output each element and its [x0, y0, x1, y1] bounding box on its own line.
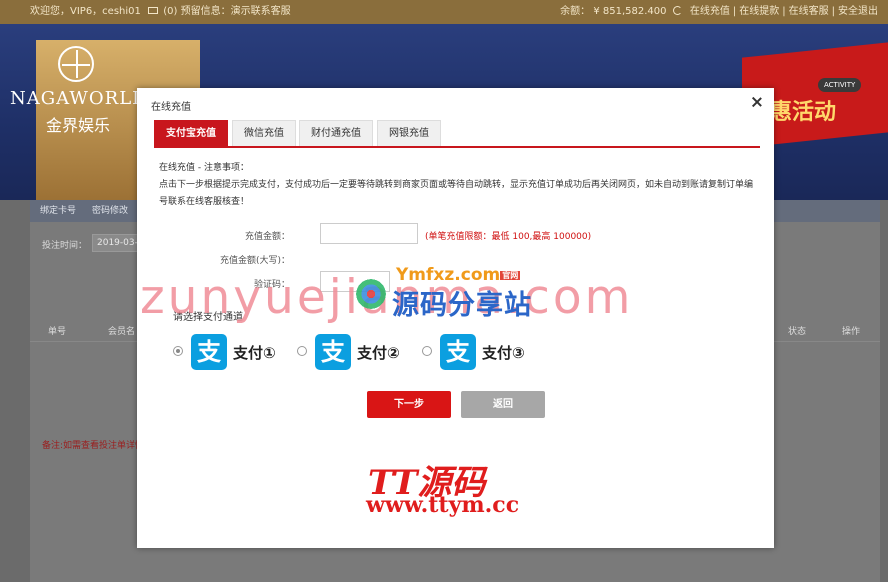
link-withdraw[interactable]: 在线提款	[739, 6, 779, 17]
tab-tenpay[interactable]: 财付通充值	[299, 120, 373, 146]
dialog-title: 在线充值	[151, 102, 191, 113]
link-logout[interactable]: 安全退出	[838, 6, 878, 17]
notice-block: 在线充值 - 注意事项： 点击下一步根据提示完成支付，支付成功后一定要等待跳转到…	[159, 160, 759, 211]
watermark-logo-icon	[356, 279, 386, 309]
top-bar: 欢迎您，VIP6，ceshi01 (0) 预留信息：演示联系客服 余额： ¥ 8…	[0, 0, 888, 24]
separator: |	[831, 6, 835, 17]
topbar-right: 余额： ¥ 851,582.400 在线充值 | 在线提款 | 在线客服 | 安全退出	[560, 0, 878, 24]
column-action: 操作	[842, 327, 861, 337]
alipay-icon: 支	[440, 334, 476, 370]
activity-badge: ACTIVITY	[818, 78, 862, 92]
alipay-icon: 支	[191, 334, 227, 370]
column-member: 会员名	[108, 327, 136, 337]
link-service[interactable]: 在线客服	[789, 6, 829, 17]
tab-alipay[interactable]: 支付宝充值	[154, 120, 228, 146]
channel-radio-2[interactable]	[297, 346, 307, 356]
payment-tabs: 支付宝充值 微信充值 财付通充值 网银充值	[154, 120, 760, 148]
watermark-ymfxz-url: Ymfxz.com	[396, 265, 501, 285]
channel-label-2: 支付②	[357, 344, 400, 362]
watermark-zunyue: zunyuejianma.com	[140, 270, 634, 325]
refresh-icon[interactable]	[672, 5, 682, 15]
channel-label-1: 支付①	[233, 344, 276, 362]
column-order-no: 单号	[48, 327, 67, 337]
separator: |	[782, 6, 786, 17]
separator: |	[732, 6, 737, 17]
mail-icon[interactable]	[148, 6, 159, 14]
close-icon[interactable]	[751, 96, 763, 108]
watermark-tt-url: www.ttym.cc	[366, 492, 520, 518]
watermark-source-share: 源码分享站	[392, 290, 532, 321]
subnav-change-password[interactable]: 密码修改	[92, 200, 128, 222]
link-deposit[interactable]: 在线充值	[690, 6, 730, 17]
next-button[interactable]: 下一步	[367, 391, 451, 418]
tab-wechat[interactable]: 微信充值	[232, 120, 296, 146]
back-button[interactable]: 返回	[461, 391, 545, 418]
balance-value: ¥ 851,582.400	[593, 6, 667, 17]
topbar-left: 欢迎您，VIP6，ceshi01 (0) 预留信息：演示联系客服	[30, 0, 291, 24]
notice-body: 点击下一步根据提示完成支付，支付成功后一定要等待跳转到商家页面或等待自动跳转，显…	[159, 180, 754, 207]
brand-name-cn: 金界娱乐	[46, 116, 111, 135]
watermark-ymfxz-badge: 官网	[500, 270, 521, 280]
channel-label-3: 支付③	[482, 344, 525, 362]
brand-logo-icon	[58, 46, 94, 82]
mail-count[interactable]: (0)	[163, 6, 177, 17]
notice-title: 在线充值 - 注意事项：	[159, 163, 249, 173]
column-status: 状态	[788, 327, 807, 337]
limit-note: (单笔充值限额：最低 100,最高 100000)	[425, 232, 592, 242]
alipay-icon: 支	[315, 334, 351, 370]
promo-text[interactable]: 惠活动	[770, 94, 836, 126]
subnav-bind-card[interactable]: 绑定卡号	[40, 200, 76, 222]
query-time-label: 投注时间：	[42, 241, 88, 251]
reserved-info: 预留信息：演示联系客服	[180, 6, 291, 17]
balance-label: 余额：	[560, 6, 591, 17]
channel-radio-3[interactable]	[422, 346, 432, 356]
tab-netbank[interactable]: 网银充值	[377, 120, 441, 146]
footnote: 备注:如需查看投注单详情	[42, 441, 145, 451]
amount-label: 充值金额：	[244, 232, 290, 242]
amount-input[interactable]	[320, 223, 418, 244]
watermark-ymfxz: Ymfxz.com 官网	[396, 265, 521, 285]
amount-uppercase-label: 充值金额(大写)：	[219, 256, 290, 266]
greeting-text: 欢迎您，VIP6，ceshi01	[30, 6, 141, 17]
channel-radio-1[interactable]	[173, 346, 183, 356]
